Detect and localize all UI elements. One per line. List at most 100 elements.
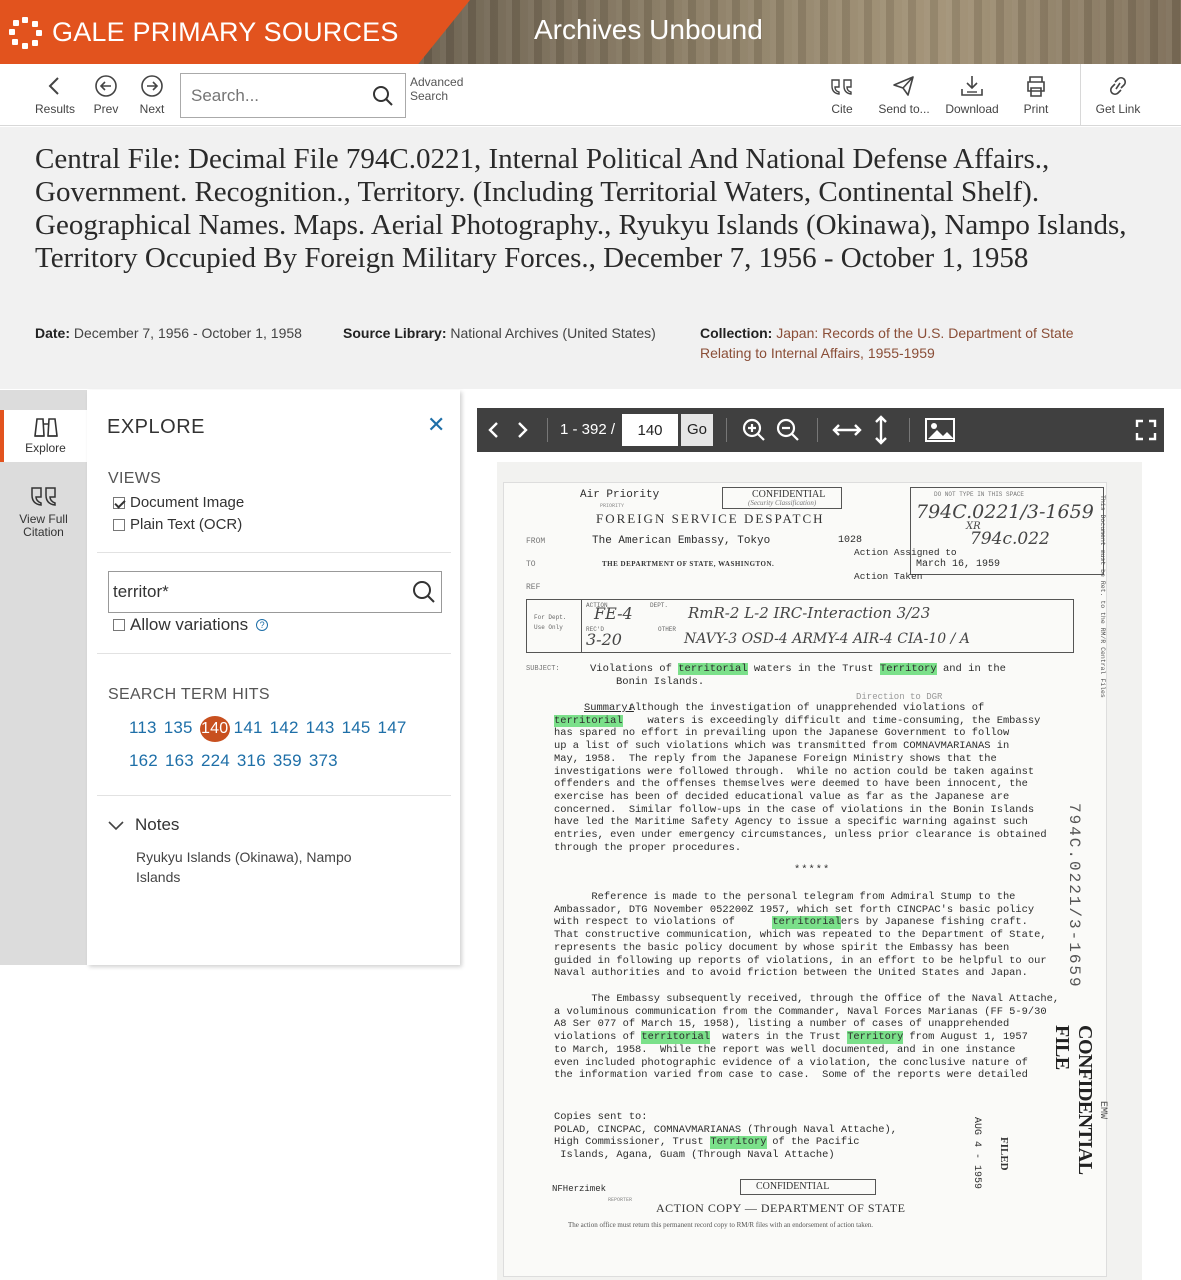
fullscreen-icon xyxy=(1135,419,1157,441)
footer-note: The action office must return this perma… xyxy=(568,1221,874,1229)
fit-width-button[interactable] xyxy=(829,408,865,452)
document-line: May, 1958. The reply from the Japanese F… xyxy=(554,752,997,765)
filed-stamp: FILED xyxy=(998,1137,1010,1171)
date-sent: March 16, 1959 xyxy=(916,559,1001,570)
send-to-button[interactable]: Send to... xyxy=(872,64,936,126)
toolbar-divider xyxy=(1080,64,1081,126)
document-viewer[interactable]: Air Priority PRIORITY CONFIDENTIAL (Secu… xyxy=(477,452,1164,1280)
collection-link-line2[interactable]: Relating to Internal Affairs, 1955-1959 xyxy=(700,345,935,361)
despatch-number: 1028 xyxy=(838,535,863,546)
rail-explore[interactable]: Explore xyxy=(0,410,87,462)
close-icon[interactable]: ✕ xyxy=(427,412,445,438)
document-line: have led the Maritime Safety Agency to i… xyxy=(554,816,1028,829)
ref-label: REF xyxy=(526,583,541,592)
hits-row-1: 113 135 140 141 142 143 145 147 xyxy=(129,716,449,742)
subject-label: SUBJECT: xyxy=(526,665,560,673)
view-document-image-option[interactable]: Document Image xyxy=(113,494,244,511)
hit-link[interactable]: 142 xyxy=(270,718,299,738)
brand-name: GALE PRIMARY SOURCES xyxy=(52,16,399,47)
hit-link[interactable]: 162 xyxy=(129,751,158,771)
document-line: That constructive communication, which w… xyxy=(554,929,1047,942)
prev-button[interactable]: Prev xyxy=(88,64,124,126)
get-link-label: Get Link xyxy=(1095,102,1141,116)
document-line: waters is exceedingly difficult and time… xyxy=(554,714,1041,727)
cite-button[interactable]: Cite xyxy=(822,64,862,126)
zoom-out-button[interactable] xyxy=(773,408,803,452)
download-button[interactable]: Download xyxy=(940,64,1004,126)
copies-highlight-territory: Territory xyxy=(710,1136,767,1150)
page-number-input[interactable] xyxy=(622,414,678,446)
get-link-button[interactable]: Get Link xyxy=(1090,64,1146,126)
rail-explore-label: Explore xyxy=(25,441,66,455)
plain-text-checkbox[interactable] xyxy=(113,518,125,531)
hit-link[interactable]: 373 xyxy=(309,751,338,771)
help-icon[interactable]: ? xyxy=(256,619,269,631)
document-image-checkbox[interactable] xyxy=(113,496,125,509)
document-header: Central File: Decimal File 794C.0221, In… xyxy=(0,127,1181,389)
search-input[interactable] xyxy=(191,85,371,106)
gale-brand[interactable]: GALE PRIMARY SOURCES xyxy=(0,0,470,64)
next-button[interactable]: Next xyxy=(134,64,170,126)
print-label: Print xyxy=(1023,102,1049,116)
view-plain-text-option[interactable]: Plain Text (OCR) xyxy=(113,516,242,533)
document-line: investigations were followed through. Wh… xyxy=(554,765,1035,778)
hit-link[interactable]: 316 xyxy=(237,751,266,771)
emw-initials: EMW xyxy=(1097,1101,1108,1120)
quote-icon xyxy=(30,487,56,506)
fullscreen-button[interactable] xyxy=(1133,408,1159,452)
scanned-page: Air Priority PRIORITY CONFIDENTIAL (Secu… xyxy=(497,462,1142,1280)
hit-link[interactable]: 224 xyxy=(201,751,230,771)
go-button[interactable]: Go xyxy=(681,414,713,446)
search-icon[interactable] xyxy=(371,84,395,108)
allow-variations-checkbox[interactable] xyxy=(113,619,125,631)
rail-view-full-citation[interactable]: View Full Citation xyxy=(0,482,87,542)
advanced-search-line2: Search xyxy=(410,89,449,103)
hit-link[interactable]: 145 xyxy=(342,718,371,738)
subject-text-1: Violations of xyxy=(590,663,672,675)
to-label: TO xyxy=(526,560,536,569)
routing-handwritten-4: NAVY-3 OSD-4 ARMY-4 AIR-4 CIA-10 / A xyxy=(684,631,970,647)
advanced-search-link[interactable]: Advanced Search xyxy=(410,75,463,103)
next-page-button[interactable] xyxy=(511,408,533,452)
dept-label: DEPT. xyxy=(650,602,669,609)
results-button[interactable]: Results xyxy=(30,64,80,126)
document-line: Naval authorities and to avoid friction … xyxy=(554,967,1028,980)
print-button[interactable]: Print xyxy=(1014,64,1058,126)
drafter: NFHerzimek xyxy=(552,1184,607,1194)
hit-link[interactable]: 163 xyxy=(165,751,194,771)
link-icon xyxy=(1109,76,1127,96)
hit-link[interactable]: 135 xyxy=(164,718,193,738)
image-settings-button[interactable] xyxy=(923,408,957,452)
collection-link[interactable]: Japan: Records of the U.S. Department of… xyxy=(776,325,1073,341)
side-file-stamp: 794C.0221/3-1659 xyxy=(1065,803,1083,989)
viewer-toolbar: 1 - 392 / Go xyxy=(477,408,1164,452)
document-line: POLAD, CINCPAC, COMNAVMARIANAS (Through … xyxy=(554,1123,897,1136)
next-label: Next xyxy=(139,102,165,116)
views-label: VIEWS xyxy=(108,470,162,487)
document-line: up a list of such violations which was t… xyxy=(554,740,1010,753)
current-hit-badge[interactable]: 140 xyxy=(199,716,230,742)
main-toolbar: Results Prev Next Advanced Search Cite S… xyxy=(0,64,1181,126)
hit-link[interactable]: 143 xyxy=(306,718,335,738)
notes-toggle[interactable]: Notes xyxy=(107,815,179,835)
summary-highlight-territorial: territorial xyxy=(554,714,623,728)
action-taken: Action Taken xyxy=(854,571,923,582)
to-value: THE DEPARTMENT OF STATE, WASHINGTON. xyxy=(602,560,775,568)
prev-page-button[interactable] xyxy=(483,408,505,452)
chevron-left-icon xyxy=(48,77,59,95)
document-line: to March, 1958. While the report was wel… xyxy=(554,1043,1016,1056)
chevron-down-icon xyxy=(108,821,124,831)
explore-search-input[interactable] xyxy=(113,582,411,602)
allow-variations-option[interactable]: Allow variations ? xyxy=(113,615,269,635)
file-number-handwritten: 794C.0221/3-1659 xyxy=(916,501,1094,523)
hit-link[interactable]: 147 xyxy=(378,718,407,738)
document-title: Central File: Decimal File 794C.0221, In… xyxy=(35,143,1127,274)
search-icon[interactable] xyxy=(411,579,437,605)
zoom-in-button[interactable] xyxy=(739,408,769,452)
hit-link[interactable]: 359 xyxy=(273,751,302,771)
hit-link[interactable]: 113 xyxy=(129,718,157,738)
fit-height-button[interactable] xyxy=(869,408,893,452)
from-value: The American Embassy, Tokyo xyxy=(592,535,771,547)
rail-citation-line2: Citation xyxy=(23,525,64,539)
hit-link[interactable]: 141 xyxy=(234,718,263,738)
